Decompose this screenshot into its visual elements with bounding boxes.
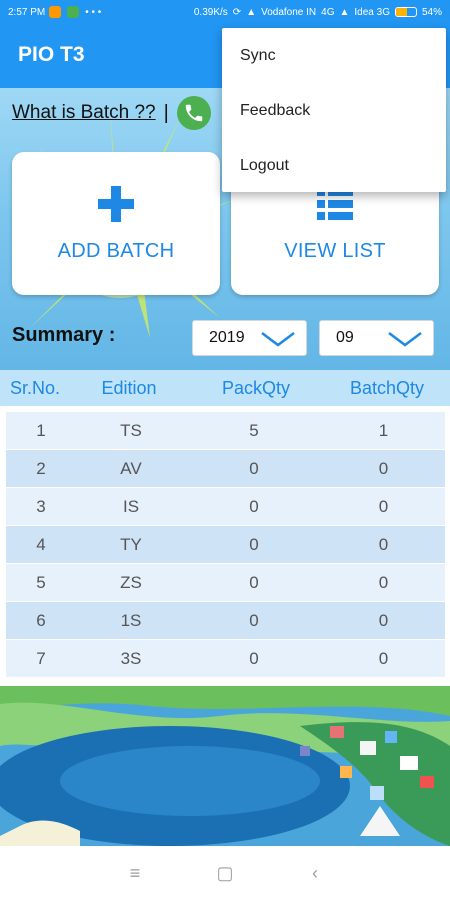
cell-edition: TS (120, 420, 142, 440)
battery-icon (394, 7, 417, 17)
carrier1: Vodafone IN (261, 6, 317, 18)
month-value: 09 (336, 329, 354, 346)
cell-packqty: 0 (249, 648, 259, 668)
battery-fill (395, 8, 407, 16)
notification-icon (49, 6, 62, 18)
summary-table: 1 TS 5 1 2 AV 0 0 3 IS 0 0 4 TY 0 0 5 ZS… (6, 412, 445, 684)
batch-info-row: What is Batch ?? | (12, 96, 211, 130)
header-packqty: PackQty (221, 377, 291, 398)
month-select[interactable]: 09 (319, 320, 434, 356)
whatsapp-icon[interactable] (176, 96, 211, 130)
network-speed: 0.39K/s (193, 6, 228, 18)
cell-srno: 7 (36, 648, 46, 668)
carrier2: Idea 3G (354, 6, 390, 18)
separator: | (163, 101, 169, 124)
cell-edition: 1S (120, 610, 142, 630)
view-list-label: VIEW LIST (284, 240, 386, 262)
table-row: 4 TY 0 0 (6, 526, 445, 564)
what-is-batch-link[interactable]: What is Batch ?? (12, 102, 156, 124)
status-bar: 2:57 PM • • • 0.39K/s ⟳ ▲ Vodafone IN 4G… (0, 0, 450, 24)
signal1-icon: ▲ (246, 6, 257, 18)
landscape-illustration (0, 686, 450, 846)
cell-batchqty: 0 (378, 496, 389, 516)
chevron-down-icon (388, 332, 422, 347)
year-select[interactable]: 2019 (192, 320, 307, 356)
table-row: 2 AV 0 0 (6, 450, 445, 488)
battery-text: 54% (421, 6, 442, 18)
cell-packqty: 0 (249, 496, 259, 516)
cell-edition: AV (120, 458, 142, 478)
menu-item-logout[interactable]: Logout (222, 138, 446, 193)
header-batchqty: BatchQty (349, 377, 425, 398)
cell-packqty: 0 (249, 610, 259, 630)
add-batch-button[interactable]: ADD BATCH (12, 152, 220, 295)
net1: 4G (321, 6, 335, 18)
table-row: 1 TS 5 1 (6, 412, 445, 450)
cell-batchqty: 1 (378, 420, 389, 440)
header-srno: Sr.No. (9, 377, 61, 398)
status-time: 2:57 PM (8, 6, 46, 18)
summary-label: Summary : (12, 324, 116, 346)
menu-item-sync[interactable]: Sync (222, 28, 446, 83)
sync-status-icon: ⟳ (232, 6, 242, 18)
cell-packqty: 0 (249, 458, 259, 478)
cell-srno: 2 (36, 458, 46, 478)
phone-glyph-icon (185, 104, 203, 122)
system-nav-bar: ≡ ▢ ‹ (0, 846, 450, 900)
year-value: 2019 (209, 329, 245, 346)
table-header: Sr.No. Edition PackQty BatchQty (0, 370, 450, 406)
dots-icon: • • • (85, 6, 102, 18)
add-batch-label: ADD BATCH (57, 240, 175, 262)
table-row: 5 ZS 0 0 (6, 564, 445, 602)
cell-edition: 3S (120, 648, 142, 668)
table-row: 3 IS 0 0 (6, 488, 445, 526)
cell-batchqty: 0 (378, 534, 389, 554)
cell-packqty: 0 (249, 534, 259, 554)
cell-batchqty: 0 (378, 458, 389, 478)
plus-icon (98, 186, 134, 222)
status-right: 0.39K/s ⟳ ▲ Vodafone IN 4G ▲ Idea 3G 54% (194, 7, 442, 18)
cell-packqty: 5 (249, 420, 259, 440)
cell-srno: 3 (36, 496, 46, 516)
app-notification-icon (67, 6, 80, 18)
signal2-icon: ▲ (339, 6, 350, 18)
menu-item-feedback[interactable]: Feedback (222, 83, 446, 138)
table-row: 6 1S 0 0 (6, 602, 445, 640)
cell-srno: 1 (36, 420, 46, 440)
cell-edition: ZS (120, 572, 142, 592)
cell-edition: IS (122, 496, 140, 516)
cell-batchqty: 0 (378, 572, 389, 592)
back-nav-button[interactable]: ‹ (300, 863, 330, 884)
table-row: 7 3S 0 0 (6, 640, 445, 678)
landscape-art (0, 686, 450, 846)
app-title: PIO T3 (18, 43, 85, 66)
cell-packqty: 0 (249, 572, 259, 592)
header-edition: Edition (101, 377, 157, 398)
cell-srno: 6 (36, 610, 46, 630)
cell-srno: 5 (36, 572, 46, 592)
home-nav-button[interactable]: ▢ (210, 863, 240, 884)
overflow-menu: Sync Feedback Logout (222, 28, 446, 192)
cell-srno: 4 (36, 534, 46, 554)
cell-batchqty: 0 (378, 610, 389, 630)
cell-batchqty: 0 (378, 648, 389, 668)
cell-edition: TY (120, 534, 142, 554)
chevron-down-icon (261, 332, 295, 347)
menu-nav-button[interactable]: ≡ (120, 863, 150, 884)
